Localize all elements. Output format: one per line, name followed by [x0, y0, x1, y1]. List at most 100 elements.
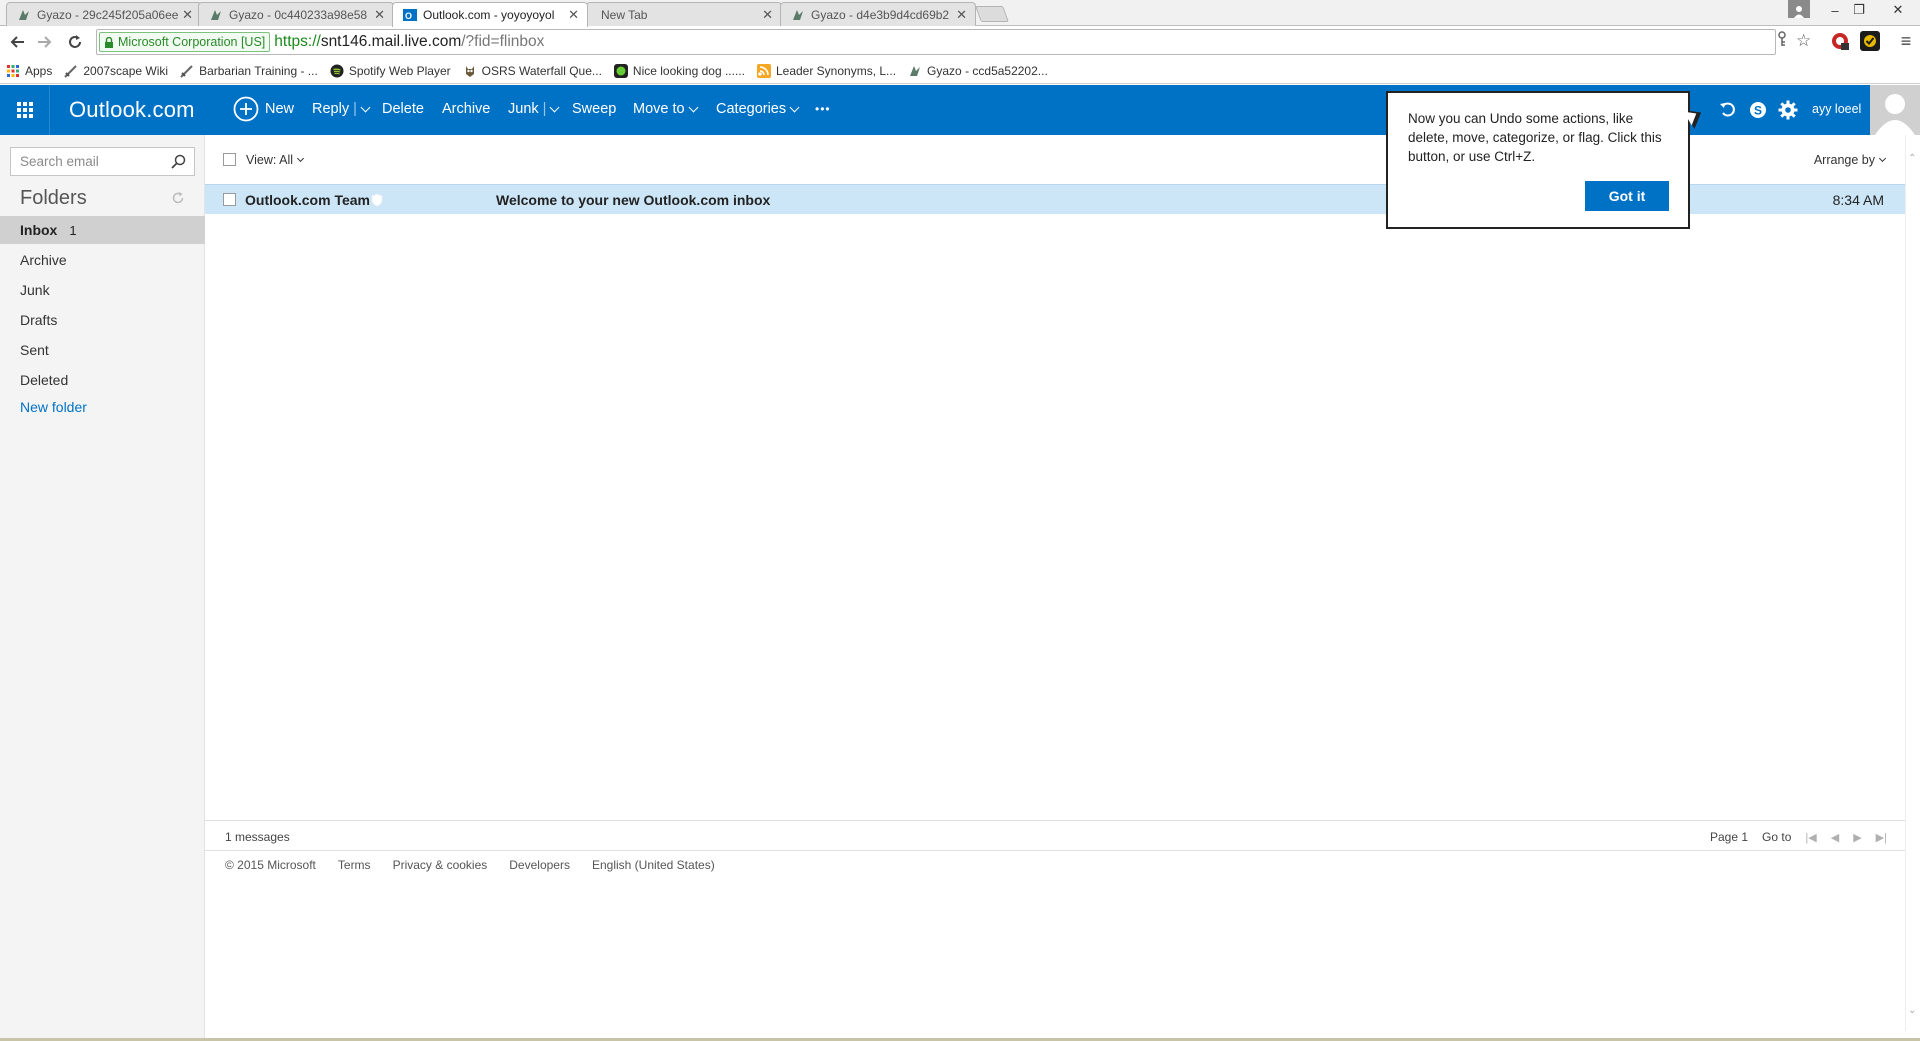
tab-close-icon[interactable]: ✕ [956, 7, 967, 23]
bookmark-star-icon[interactable]: ☆ [1796, 31, 1811, 51]
terms-link[interactable]: Terms [338, 858, 371, 872]
forward-icon[interactable] [34, 31, 56, 53]
chevron-down-icon [789, 102, 800, 112]
pager: Page 1 Go to |◀ ◀ ▶ ▶| [1696, 830, 1887, 844]
tab-close-icon[interactable]: ✕ [568, 7, 579, 23]
folder-deleted[interactable]: Deleted [0, 366, 205, 394]
reload-icon[interactable] [64, 31, 86, 53]
privacy-link[interactable]: Privacy & cookies [393, 858, 488, 872]
developers-link[interactable]: Developers [509, 858, 570, 872]
previous-page-icon[interactable]: ◀ [1831, 831, 1839, 844]
folder-sent[interactable]: Sent [0, 336, 205, 364]
browser-tab[interactable]: New Tab ✕ [586, 2, 782, 26]
rss-icon [756, 63, 771, 78]
tab-close-icon[interactable]: ✕ [182, 7, 193, 23]
arrange-by-dropdown[interactable]: Arrange by [1814, 153, 1887, 167]
browser-tab[interactable]: Gyazo - 0c440233a98e58 ✕ [198, 2, 394, 26]
junk-button[interactable]: Junk | [508, 101, 560, 117]
new-tab-button[interactable] [975, 6, 1009, 22]
tab-close-icon[interactable]: ✕ [762, 7, 773, 23]
svg-text:O: O [405, 11, 412, 21]
svg-text:S: S [1754, 104, 1762, 118]
bookmarks-bar: Apps 2007scape Wiki Barbarian Training -… [0, 58, 1920, 84]
app-launcher-icon[interactable] [0, 85, 50, 135]
chrome-menu-icon[interactable]: ≡ [1896, 31, 1916, 51]
new-button[interactable]: New [233, 96, 294, 122]
chevron-down-icon [688, 102, 699, 112]
list-footer: 1 messages Page 1 Go to |◀ ◀ ▶ ▶| [205, 820, 1905, 851]
view-filter-dropdown[interactable]: View: All [246, 153, 305, 167]
minimize-icon[interactable]: – [1822, 0, 1848, 20]
folder-junk[interactable]: Junk [0, 276, 205, 304]
select-all-checkbox[interactable] [223, 153, 236, 166]
bookmark-osrs-waterfall[interactable]: OSRS Waterfall Que... [463, 64, 602, 78]
plus-circle-icon [233, 96, 259, 122]
back-icon[interactable] [6, 31, 28, 53]
settings-gear-icon[interactable] [1776, 98, 1800, 122]
outlook-brand[interactable]: Outlook.com [69, 97, 195, 123]
categories-button[interactable]: Categories [716, 101, 800, 117]
address-bar[interactable]: Microsoft Corporation [US] https://snt14… [96, 29, 1776, 55]
gyazo-icon [17, 8, 31, 22]
chevron-down-icon [1878, 154, 1887, 162]
chevron-down-icon[interactable] [549, 102, 560, 112]
bookmark-2007scape-wiki[interactable]: 2007scape Wiki [64, 64, 168, 78]
chevron-down-icon[interactable] [360, 102, 371, 112]
delete-button[interactable]: Delete [382, 101, 424, 117]
browser-tab[interactable]: Gyazo - d4e3b9d4cd69b2 ✕ [780, 2, 976, 26]
move-to-button[interactable]: Move to [633, 101, 699, 117]
browser-profile-icon[interactable] [1788, 0, 1810, 18]
message-checkbox[interactable] [223, 193, 236, 206]
apps-grid-icon [6, 64, 20, 78]
bookmark-spotify[interactable]: Spotify Web Player [330, 64, 451, 78]
restore-icon[interactable]: ❐ [1846, 0, 1872, 20]
key-icon[interactable] [1776, 31, 1788, 50]
scrollbar[interactable]: ⌃ ⌄ [1905, 135, 1920, 1031]
folder-inbox[interactable]: Inbox 1 [0, 216, 205, 244]
user-name[interactable]: ayy loeel [1812, 102, 1861, 116]
ev-certificate-badge[interactable]: Microsoft Corporation [US] [99, 32, 271, 52]
scroll-down-icon[interactable]: ⌄ [1908, 1005, 1916, 1016]
page-indicator: Page 1 [1710, 830, 1749, 844]
sweep-button[interactable]: Sweep [572, 101, 616, 117]
got-it-button[interactable]: Got it [1585, 181, 1669, 211]
more-commands-icon[interactable]: ••• [815, 102, 831, 116]
search-icon[interactable] [171, 154, 186, 172]
new-folder-link[interactable]: New folder [20, 399, 87, 415]
reply-button[interactable]: Reply | [312, 101, 371, 117]
browser-tab[interactable]: Gyazo - 29c245f205a06ee ✕ [6, 2, 202, 26]
bookmark-leader-synonyms[interactable]: Leader Synonyms, L... [756, 63, 896, 78]
tab-close-icon[interactable]: ✕ [374, 7, 385, 23]
adblock-extension-icon[interactable] [1830, 31, 1850, 51]
close-window-icon[interactable]: ✕ [1880, 0, 1916, 20]
message-sender: Outlook.com Team [245, 192, 370, 208]
search-input[interactable] [20, 154, 165, 169]
scroll-up-icon[interactable]: ⌃ [1908, 153, 1916, 164]
bookmark-nice-looking-dog[interactable]: Nice looking dog ...... [613, 63, 745, 78]
message-count: 1 messages [225, 830, 290, 844]
message-time: 8:34 AM [1832, 192, 1884, 208]
folder-archive[interactable]: Archive [0, 246, 205, 274]
bookmark-apps[interactable]: Apps [6, 64, 52, 78]
gyazo-icon [209, 8, 223, 22]
bookmark-barbarian-training[interactable]: Barbarian Training - ... [180, 64, 318, 78]
go-to-page-button[interactable]: Go to [1762, 830, 1791, 844]
avatar[interactable] [1870, 85, 1920, 135]
owl-icon [463, 64, 477, 78]
refresh-icon[interactable] [171, 191, 185, 208]
sword-icon [64, 64, 78, 78]
gyazo-icon [791, 8, 805, 22]
language-link[interactable]: English (United States) [592, 858, 715, 872]
archive-button[interactable]: Archive [442, 101, 490, 117]
browser-tab-active[interactable]: O Outlook.com - yoyoyoyol ✕ [392, 2, 588, 27]
check-extension-icon[interactable] [1860, 31, 1880, 51]
last-page-icon[interactable]: ▶| [1876, 831, 1887, 844]
search-box[interactable] [10, 147, 195, 176]
next-page-icon[interactable]: ▶ [1853, 831, 1861, 844]
undo-icon[interactable] [1716, 98, 1740, 122]
bookmark-gyazo[interactable]: Gyazo - ccd5a52202... [908, 64, 1048, 78]
folders-heading: Folders [20, 187, 87, 209]
first-page-icon[interactable]: |◀ [1805, 831, 1816, 844]
skype-icon[interactable]: S [1746, 98, 1770, 122]
folder-drafts[interactable]: Drafts [0, 306, 205, 334]
